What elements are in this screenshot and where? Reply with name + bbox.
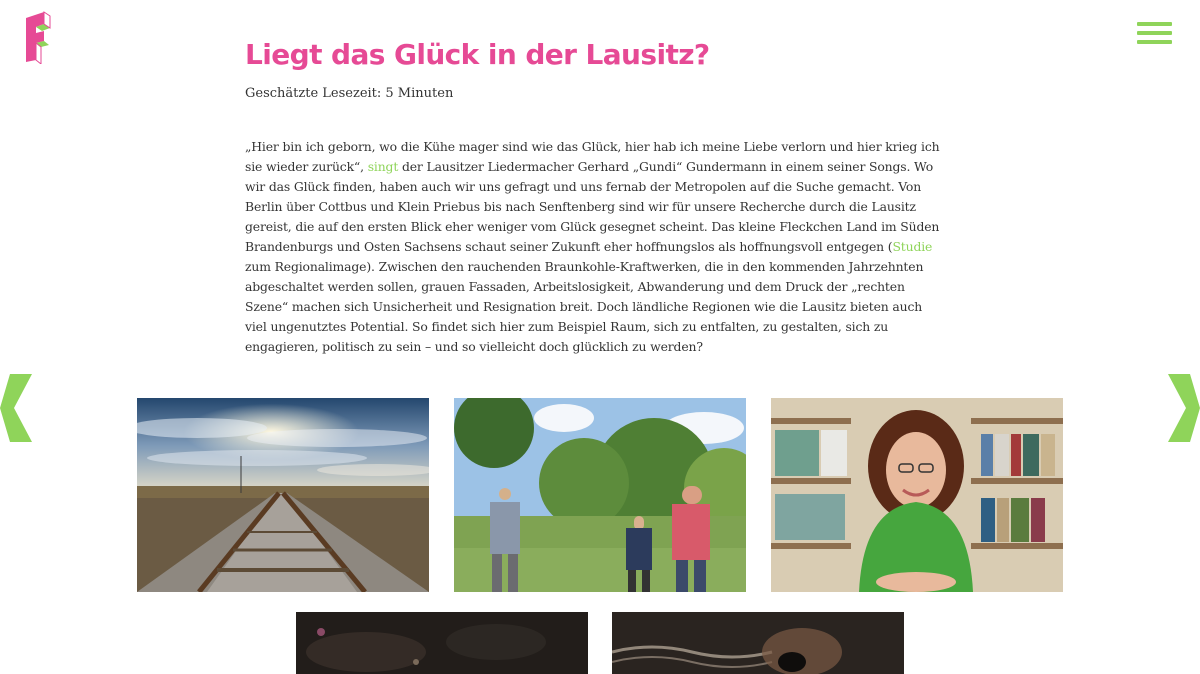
reading-time: Geschätzte Lesezeit: 5 Minuten	[245, 86, 454, 101]
hamburger-menu-icon[interactable]	[1137, 22, 1172, 46]
photo-dark-hands[interactable]	[612, 612, 904, 674]
photo-garden-conversation[interactable]	[454, 398, 746, 592]
article-title: Liegt das Glück in der Lausitz?	[245, 38, 710, 71]
chevron-right-icon[interactable]	[1164, 372, 1200, 444]
menu-bar	[1137, 31, 1172, 35]
photo-woman-portrait[interactable]	[771, 398, 1063, 592]
link-studie[interactable]: Studie	[892, 239, 932, 254]
chevron-left-icon[interactable]	[0, 372, 36, 444]
article-body: „Hier bin ich geborn, wo die Kühe mager …	[245, 137, 945, 357]
photo-dark[interactable]	[296, 612, 588, 674]
brand-logo-icon[interactable]	[22, 10, 54, 66]
menu-bar	[1137, 40, 1172, 44]
body-text: zum Regionalimage). Zwischen den rauchen…	[245, 259, 924, 354]
photo-railway-tracks[interactable]	[137, 398, 429, 592]
menu-bar	[1137, 22, 1172, 26]
link-singt[interactable]: singt	[368, 159, 399, 174]
